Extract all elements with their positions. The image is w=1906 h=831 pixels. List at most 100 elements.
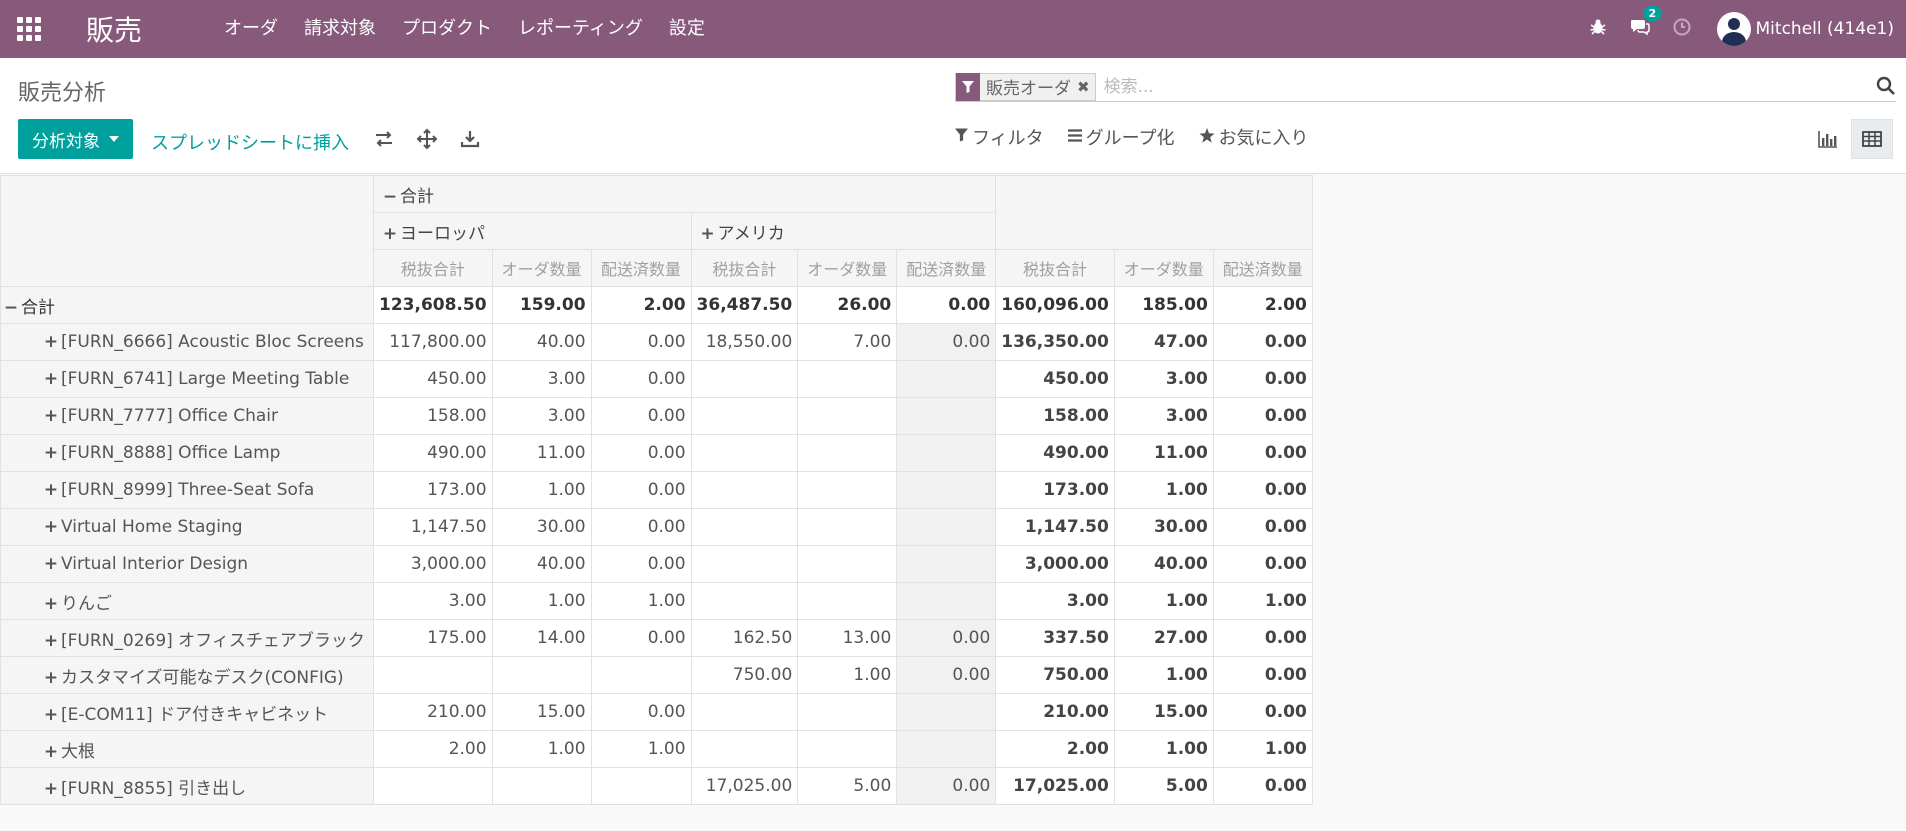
- menu-products[interactable]: プロダクト: [389, 0, 505, 58]
- cell[interactable]: [373, 656, 493, 694]
- menu-configuration[interactable]: 設定: [656, 0, 718, 58]
- cell[interactable]: 17,025.00: [995, 767, 1115, 805]
- cell[interactable]: [896, 360, 997, 398]
- cell[interactable]: 18,550.00: [690, 323, 799, 361]
- cell[interactable]: 750.00: [690, 656, 799, 694]
- cell[interactable]: [896, 693, 997, 731]
- cell[interactable]: 40.00: [491, 323, 592, 361]
- cell[interactable]: 0.00: [1212, 471, 1313, 509]
- cell[interactable]: 162.50: [690, 619, 799, 657]
- app-brand[interactable]: 販売: [86, 9, 142, 49]
- flip-axis-icon[interactable]: [373, 128, 397, 150]
- cell[interactable]: 1,147.50: [995, 508, 1115, 546]
- cell[interactable]: 1.00: [590, 582, 692, 620]
- cell[interactable]: [896, 508, 997, 546]
- measure-header[interactable]: 配送済数量: [590, 249, 692, 287]
- menu-to-invoice[interactable]: 請求対象: [291, 0, 389, 58]
- cell[interactable]: [690, 582, 799, 620]
- cell[interactable]: 0.00: [1212, 360, 1313, 398]
- cell[interactable]: 30.00: [491, 508, 592, 546]
- cell[interactable]: 160,096.00: [995, 286, 1115, 324]
- cell[interactable]: 117,800.00: [373, 323, 493, 361]
- cell[interactable]: 0.00: [1212, 508, 1313, 546]
- pivot-view-button[interactable]: [1851, 119, 1893, 159]
- cell[interactable]: 185.00: [1113, 286, 1214, 324]
- measure-header[interactable]: 税抜合計: [690, 249, 799, 287]
- col-header-europe[interactable]: + ヨーロッパ: [373, 212, 692, 250]
- cell[interactable]: 1.00: [491, 582, 592, 620]
- cell[interactable]: 3.00: [373, 582, 493, 620]
- search-icon[interactable]: [1876, 76, 1896, 96]
- cell[interactable]: 0.00: [1212, 323, 1313, 361]
- cell[interactable]: 0.00: [1212, 397, 1313, 435]
- filters-dropdown[interactable]: フィルタ: [955, 124, 1044, 150]
- row-header[interactable]: + Virtual Interior Design: [0, 545, 374, 583]
- cell[interactable]: [690, 397, 799, 435]
- cell[interactable]: 1.00: [590, 730, 692, 768]
- cell[interactable]: 0.00: [590, 360, 692, 398]
- graph-view-button[interactable]: [1807, 119, 1849, 159]
- cell[interactable]: 3,000.00: [373, 545, 493, 583]
- cell[interactable]: 1.00: [1113, 471, 1214, 509]
- cell[interactable]: [491, 656, 592, 694]
- download-icon[interactable]: [459, 128, 483, 150]
- row-header[interactable]: + [FURN_8999] Three-Seat Sofa: [0, 471, 374, 509]
- messages-chat-icon[interactable]: 2: [1619, 5, 1663, 41]
- cell[interactable]: 0.00: [590, 619, 692, 657]
- cell[interactable]: 5.00: [1113, 767, 1214, 805]
- insert-spreadsheet-link[interactable]: スプレッドシートに挿入: [151, 129, 349, 155]
- cell[interactable]: 3.00: [995, 582, 1115, 620]
- cell[interactable]: 3,000.00: [995, 545, 1115, 583]
- row-header[interactable]: + [FURN_0269] オフィスチェアブラック: [0, 619, 374, 657]
- activity-clock-icon[interactable]: [1661, 18, 1703, 41]
- row-header[interactable]: + [FURN_8888] Office Lamp: [0, 434, 374, 472]
- cell[interactable]: [797, 582, 898, 620]
- cell[interactable]: 158.00: [373, 397, 493, 435]
- cell[interactable]: [797, 730, 898, 768]
- cell[interactable]: 0.00: [1212, 656, 1313, 694]
- cell[interactable]: 7.00: [797, 323, 898, 361]
- cell[interactable]: 0.00: [590, 434, 692, 472]
- cell[interactable]: 3.00: [1113, 360, 1214, 398]
- cell[interactable]: [690, 730, 799, 768]
- cell[interactable]: [896, 545, 997, 583]
- row-header[interactable]: + [FURN_7777] Office Chair: [0, 397, 374, 435]
- cell[interactable]: 0.00: [1212, 619, 1313, 657]
- cell[interactable]: [896, 730, 997, 768]
- apps-menu-icon[interactable]: [17, 17, 41, 41]
- measure-header[interactable]: オーダ数量: [797, 249, 898, 287]
- measure-header[interactable]: 配送済数量: [1212, 249, 1313, 287]
- row-header[interactable]: + カスタマイズ可能なデスク(CONFIG): [0, 656, 374, 694]
- cell[interactable]: 13.00: [797, 619, 898, 657]
- cell[interactable]: 11.00: [491, 434, 592, 472]
- cell[interactable]: 1.00: [797, 656, 898, 694]
- cell[interactable]: 17,025.00: [690, 767, 799, 805]
- cell[interactable]: 3.00: [491, 397, 592, 435]
- cell[interactable]: 26.00: [797, 286, 898, 324]
- cell[interactable]: 1,147.50: [373, 508, 493, 546]
- cell[interactable]: 0.00: [590, 545, 692, 583]
- facet-remove-icon[interactable]: ✖: [1075, 78, 1095, 96]
- cell[interactable]: 0.00: [1212, 693, 1313, 731]
- cell[interactable]: [797, 397, 898, 435]
- cell[interactable]: [690, 434, 799, 472]
- cell[interactable]: 2.00: [373, 730, 493, 768]
- cell[interactable]: [797, 508, 898, 546]
- cell[interactable]: 0.00: [590, 693, 692, 731]
- cell[interactable]: [896, 471, 997, 509]
- cell[interactable]: 0.00: [896, 656, 997, 694]
- measure-header[interactable]: オーダ数量: [1113, 249, 1214, 287]
- cell[interactable]: [690, 471, 799, 509]
- cell[interactable]: 36,487.50: [690, 286, 799, 324]
- debug-bug-icon[interactable]: [1577, 18, 1619, 41]
- cell[interactable]: [797, 360, 898, 398]
- cell[interactable]: 14.00: [491, 619, 592, 657]
- cell[interactable]: [491, 767, 592, 805]
- cell[interactable]: [797, 693, 898, 731]
- cell[interactable]: 0.00: [590, 397, 692, 435]
- cell[interactable]: 30.00: [1113, 508, 1214, 546]
- cell[interactable]: 11.00: [1113, 434, 1214, 472]
- row-header[interactable]: + [FURN_6741] Large Meeting Table: [0, 360, 374, 398]
- expand-all-icon[interactable]: [416, 128, 440, 150]
- cell[interactable]: [690, 508, 799, 546]
